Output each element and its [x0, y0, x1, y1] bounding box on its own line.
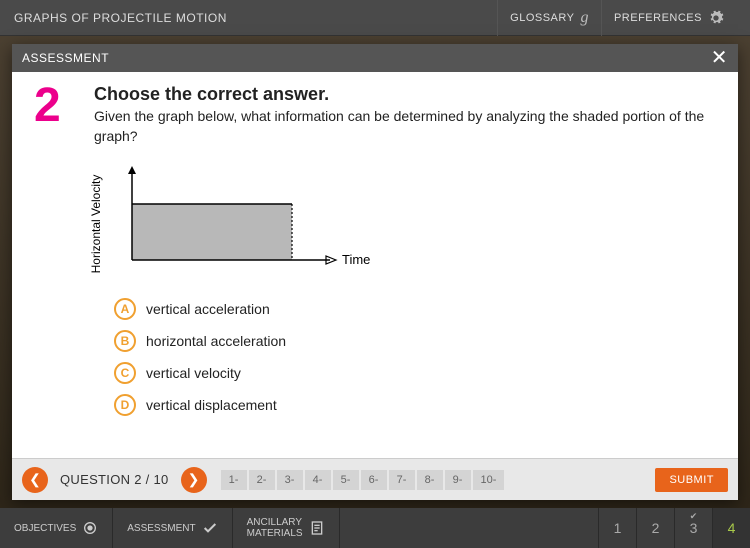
question-number: 2: [34, 78, 61, 133]
chevron-left-icon: ❮: [29, 471, 41, 488]
option-text: vertical velocity: [146, 365, 241, 381]
question-nav-item[interactable]: 10-: [473, 470, 505, 490]
option-letter: C: [114, 362, 136, 384]
option-a[interactable]: A vertical acceleration: [114, 298, 718, 320]
app-title: GRAPHS OF PROJECTILE MOTION: [14, 11, 497, 25]
page-numbers: 1 2 ✔3 4: [598, 508, 750, 548]
modal-footer: ❮ QUESTION 2 / 10 ❯ 1- 2- 3- 4- 5- 6- 7-…: [12, 458, 738, 500]
option-text: horizontal acceleration: [146, 333, 286, 349]
option-letter: A: [114, 298, 136, 320]
next-question-button[interactable]: ❯: [181, 467, 207, 493]
tab-assessment[interactable]: ASSESSMENT: [113, 508, 232, 548]
page-num-4[interactable]: 4: [712, 508, 750, 548]
option-letter: B: [114, 330, 136, 352]
question-nav-item[interactable]: 9-: [445, 470, 471, 490]
assessment-label: ASSESSMENT: [127, 523, 195, 534]
chevron-right-icon: ❯: [188, 471, 200, 488]
answer-options: A vertical acceleration B horizontal acc…: [114, 298, 718, 416]
option-text: vertical acceleration: [146, 301, 270, 317]
option-letter: D: [114, 394, 136, 416]
question-nav-item[interactable]: 8-: [417, 470, 443, 490]
page-num-2[interactable]: 2: [636, 508, 674, 548]
top-bar: GRAPHS OF PROJECTILE MOTION GLOSSARY g P…: [0, 0, 750, 36]
question-chart: Horizontal Velocity Time: [114, 164, 374, 284]
checkmark-icon: ✔: [690, 511, 698, 522]
target-icon: [82, 520, 98, 536]
question-nav: 1- 2- 3- 4- 5- 6- 7- 8- 9- 10-: [221, 470, 505, 490]
glossary-icon: g: [580, 9, 589, 27]
option-text: vertical displacement: [146, 397, 277, 413]
glossary-button[interactable]: GLOSSARY g: [497, 0, 601, 36]
question-nav-item[interactable]: 5-: [333, 470, 359, 490]
tab-ancillary-materials[interactable]: ANCILLARY MATERIALS: [233, 508, 340, 548]
prev-question-button[interactable]: ❮: [22, 467, 48, 493]
glossary-label: GLOSSARY: [510, 12, 574, 24]
question-nav-item[interactable]: 1-: [221, 470, 247, 490]
chart-ylabel: Horizontal Velocity: [89, 175, 103, 274]
bottom-bar: OBJECTIVES ASSESSMENT ANCILLARY MATERIAL…: [0, 508, 750, 548]
objectives-label: OBJECTIVES: [14, 523, 76, 534]
chart-svg: [114, 164, 344, 274]
tab-objectives[interactable]: OBJECTIVES: [0, 508, 113, 548]
document-icon: [309, 520, 325, 536]
preferences-label: PREFERENCES: [614, 12, 702, 24]
submit-button[interactable]: SUBMIT: [655, 468, 728, 492]
question-nav-item[interactable]: 4-: [305, 470, 331, 490]
modal-title: ASSESSMENT: [22, 51, 109, 65]
page-num-3[interactable]: ✔3: [674, 508, 712, 548]
ancillary-label-2: MATERIALS: [247, 528, 303, 539]
check-icon: [202, 520, 218, 536]
gear-icon: [708, 10, 724, 26]
ancillary-label-1: ANCILLARY: [247, 517, 303, 528]
question-counter: QUESTION 2 / 10: [60, 472, 169, 487]
preferences-button[interactable]: PREFERENCES: [601, 0, 736, 36]
page-num-1[interactable]: 1: [598, 508, 636, 548]
modal-body: 2 Choose the correct answer. Given the g…: [12, 72, 738, 458]
chart-xlabel: Time: [342, 252, 370, 267]
question-nav-item[interactable]: 6-: [361, 470, 387, 490]
question-nav-item[interactable]: 7-: [389, 470, 415, 490]
question-instruction: Choose the correct answer.: [94, 84, 718, 105]
content-zone: ASSESSMENT ✕ 2 Choose the correct answer…: [0, 36, 750, 508]
close-icon[interactable]: ✕: [711, 48, 728, 68]
modal-header: ASSESSMENT ✕: [12, 44, 738, 72]
question-nav-item[interactable]: 3-: [277, 470, 303, 490]
assessment-modal: ASSESSMENT ✕ 2 Choose the correct answer…: [12, 44, 738, 500]
option-b[interactable]: B horizontal acceleration: [114, 330, 718, 352]
option-d[interactable]: D vertical displacement: [114, 394, 718, 416]
option-c[interactable]: C vertical velocity: [114, 362, 718, 384]
question-nav-item[interactable]: 2-: [249, 470, 275, 490]
question-prompt: Given the graph below, what information …: [94, 107, 718, 146]
